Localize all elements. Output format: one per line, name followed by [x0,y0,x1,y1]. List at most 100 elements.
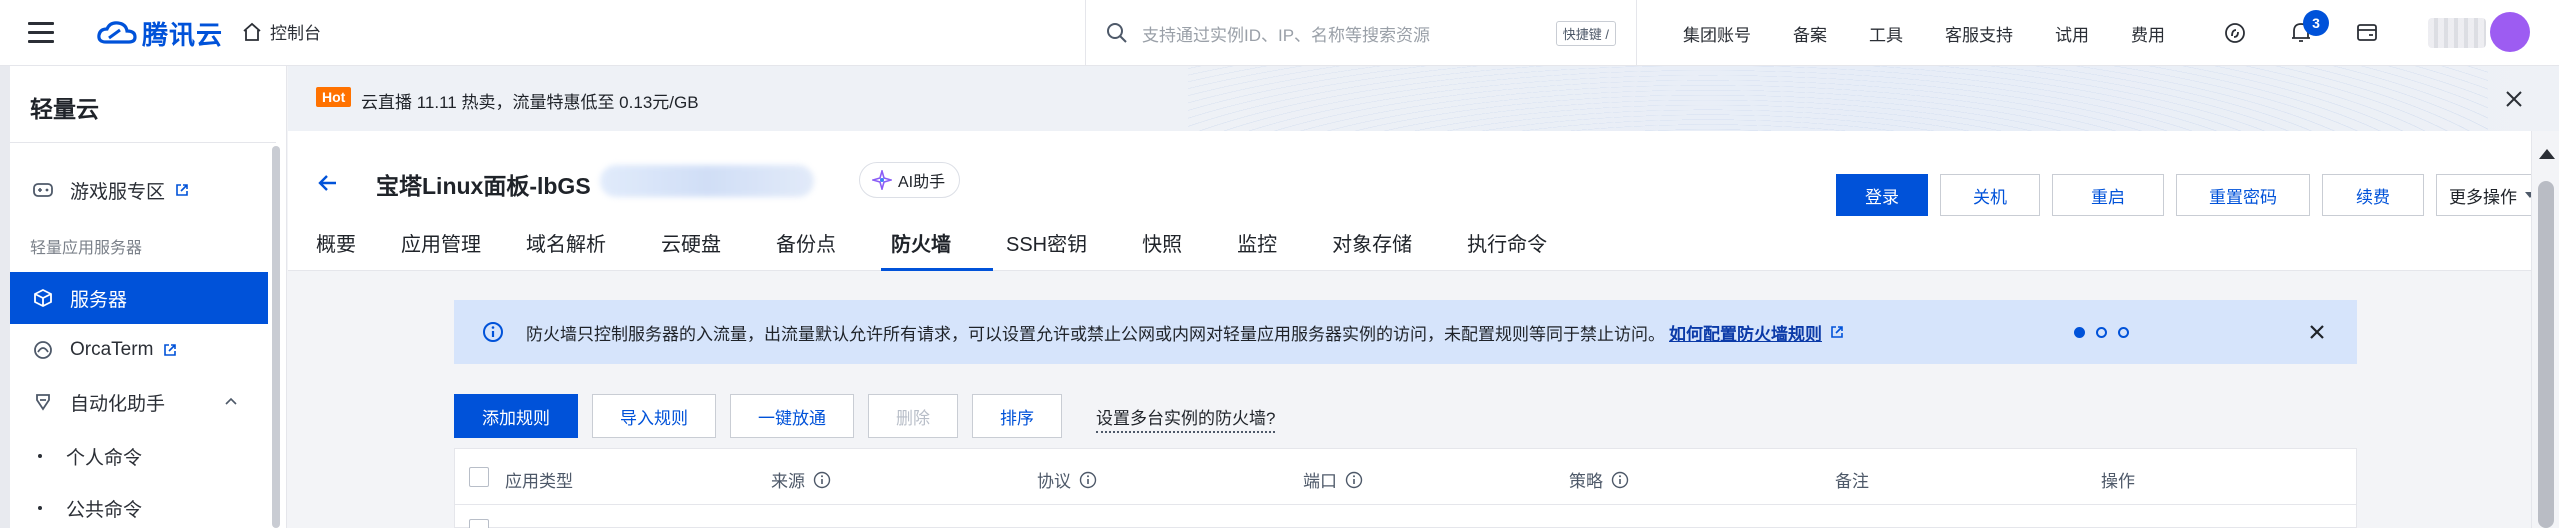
tab-monitoring[interactable]: 监控 [1237,229,1332,271]
page-scrollbar[interactable] [2531,131,2559,528]
chevron-up-icon[interactable] [224,396,238,406]
ai-assistant-button[interactable]: AI助手 [859,162,961,198]
sort-button[interactable]: 排序 [972,394,1062,438]
column-header-source: 来源 [771,467,831,492]
tab-run-command[interactable]: 执行命令 [1467,229,1547,271]
notification-badge: 3 [2303,10,2329,36]
tab-firewall[interactable]: 防火墙 [881,229,1006,271]
close-icon[interactable] [2503,88,2525,110]
nav-trial[interactable]: 试用 [2055,21,2089,46]
restart-button[interactable]: 重启 [2052,174,2164,216]
sidebar-item-label: 游戏服专区 [70,181,166,203]
nav-tools[interactable]: 工具 [1869,21,1903,46]
user-menu[interactable] [2428,10,2530,56]
sidebar-item-servers[interactable]: 服务器 [10,272,268,324]
sidebar-item-automation[interactable]: 自动化助手 [10,376,268,428]
column-header-app-type: 应用类型 [505,467,573,492]
one-click-allow-button[interactable]: 一键放通 [730,394,854,438]
row-checkbox[interactable] [469,519,489,528]
logo[interactable]: 腾讯云 [96,17,223,50]
carousel-dot[interactable] [2074,327,2085,338]
bullet [38,454,42,458]
instance-id-blurred [600,165,814,197]
sidebar-item-game-zone[interactable]: 游戏服专区 [10,164,268,216]
username-blurred [2428,18,2486,48]
nav-group-account[interactable]: 集团账号 [1683,21,1751,46]
search-input[interactable]: 支持通过实例ID、IP、名称等搜索资源 [1142,21,1556,46]
carousel-dots [2074,327,2140,338]
cloud-logo-icon [97,21,137,44]
promo-banner: Hot 云直播 11.11 热卖，流量特惠低至 0.13元/GB [288,66,2559,131]
tab-ssh-keys[interactable]: SSH密钥 [1006,229,1142,271]
tab-backups[interactable]: 备份点 [776,229,891,271]
import-rules-button[interactable]: 导入规则 [592,394,716,438]
reset-password-button[interactable]: 重置密码 [2176,174,2310,216]
back-arrow-icon[interactable] [316,171,340,195]
renew-button[interactable]: 续费 [2322,174,2424,216]
external-link-icon[interactable] [1830,325,1844,339]
nav-filing[interactable]: 备案 [1793,21,1827,46]
tab-app-management[interactable]: 应用管理 [401,229,526,271]
sidebar-group-label: 轻量应用服务器 [30,240,143,257]
automation-icon [32,391,54,413]
sidebar-item-label: 自动化助手 [70,393,166,415]
ai-assistant-label: AI助手 [898,174,946,191]
scrollbar-thumb[interactable] [2538,181,2554,528]
assistant-icon[interactable] [2220,18,2250,48]
column-label: 策略 [1569,472,1603,491]
banner-text[interactable]: 云直播 11.11 热卖，流量特惠低至 0.13元/GB [361,88,699,113]
firewall-panel: 防火墙只控制服务器的入流量，出流量默认允许所有请求，可以设置允许或禁止公网或内网… [288,272,2531,528]
tab-cloud-disk[interactable]: 云硬盘 [661,229,776,271]
scroll-up-arrow-icon[interactable] [2539,149,2555,159]
carousel-dot[interactable] [2096,327,2107,338]
table-header: 应用类型 来源 协议 端口 策略 备注 操作 [455,449,2356,505]
add-rule-button[interactable]: 添加规则 [454,394,578,438]
avatar[interactable] [2490,12,2530,52]
info-circle-icon[interactable] [1345,471,1363,489]
menu-icon[interactable] [28,22,54,43]
gamepad-icon [32,179,54,201]
sparkle-icon [872,170,892,190]
login-button[interactable]: 登录 [1836,174,1928,216]
column-label: 端口 [1303,472,1337,491]
sidebar-scrollbar[interactable] [272,146,280,528]
home-icon [243,22,261,41]
sidebar-item-orcaterm[interactable]: OrcaTerm [10,324,268,376]
column-label: 来源 [771,472,805,491]
hot-tag: Hot [316,87,352,107]
bullet [38,506,42,510]
console-link[interactable]: 控制台 [242,19,321,44]
firewall-help-link[interactable]: 如何配置防火墙规则 [1669,320,1822,345]
column-header-actions: 操作 [2101,467,2135,492]
info-circle-icon[interactable] [1079,471,1097,489]
sidebar-item-personal-commands[interactable]: 个人命令 [10,432,268,480]
close-icon[interactable] [2306,321,2328,343]
column-header-protocol: 协议 [1037,467,1097,492]
top-nav: 集团账号 备案 工具 客服支持 试用 费用 [1683,0,2207,66]
tab-overview[interactable]: 概要 [316,229,401,271]
sidebar-item-label: OrcaTerm [70,339,154,360]
column-header-port: 端口 [1303,467,1363,492]
tab-dns[interactable]: 域名解析 [526,229,661,271]
cart-icon[interactable] [2352,18,2382,48]
top-icons: 3 [2220,0,2418,66]
global-search[interactable]: 支持通过实例ID、IP、名称等搜索资源 快捷键 / [1085,0,1637,66]
multi-instance-firewall-link[interactable]: 设置多台实例的防火墙? [1096,404,1276,433]
shutdown-button[interactable]: 关机 [1940,174,2040,216]
info-circle-icon[interactable] [813,471,831,489]
tab-object-storage[interactable]: 对象存储 [1332,229,1467,271]
column-label: 操作 [2101,472,2135,491]
info-circle-icon[interactable] [1611,471,1629,489]
select-all-checkbox[interactable] [469,467,489,487]
tab-snapshots[interactable]: 快照 [1142,229,1237,271]
cube-icon [32,287,54,309]
bell-icon[interactable]: 3 [2286,10,2329,48]
sidebar-item-label: 个人命令 [66,447,143,469]
carousel-dot[interactable] [2118,327,2129,338]
sidebar: 轻量云 游戏服专区 轻量应用服务器 服务器 OrcaTerm 自动化助手 个人命… [0,66,287,528]
sidebar-item-public-commands[interactable]: 公共命令 [10,484,268,528]
nav-support[interactable]: 客服支持 [1945,21,2013,46]
nav-billing[interactable]: 费用 [2131,21,2165,46]
delete-button[interactable]: 删除 [868,394,958,438]
divider [10,142,276,143]
